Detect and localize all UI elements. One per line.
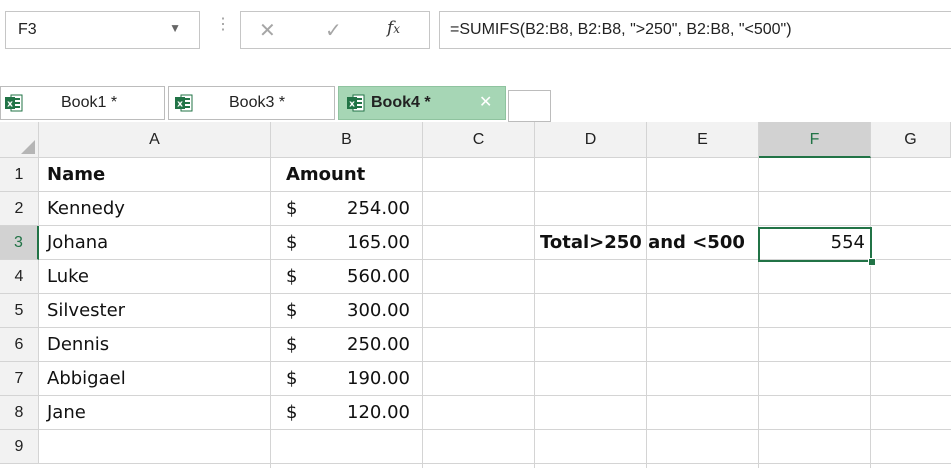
fill-handle[interactable] — [868, 258, 876, 266]
cell-b7[interactable]: 190.00 — [310, 362, 410, 396]
row-header-3[interactable]: 3 — [0, 226, 39, 260]
gridline — [39, 361, 951, 362]
svg-text:x: x — [7, 100, 13, 110]
tab-book3[interactable]: x Book3 * — [168, 86, 335, 120]
cell-b8-currency: $ — [286, 402, 298, 423]
spreadsheet-grid: A B C D E F G 1 2 3 4 5 6 7 8 9 Name Amo… — [0, 122, 951, 468]
cell-b6-currency: $ — [286, 334, 298, 355]
gridline — [870, 158, 871, 468]
close-icon[interactable]: ✕ — [479, 92, 492, 112]
row-header-4[interactable]: 4 — [0, 260, 39, 294]
new-tab-button[interactable] — [508, 90, 551, 122]
cell-a2[interactable]: Kennedy — [47, 192, 125, 226]
gridline — [39, 463, 951, 464]
cancel-icon[interactable]: ✕ — [259, 18, 276, 43]
cell-b3-currency: $ — [286, 232, 298, 253]
excel-file-icon: x — [347, 94, 365, 112]
gridline — [422, 158, 423, 468]
workbook-tabs: x Book1 * x Book3 * x Book4 * ✕ — [0, 82, 951, 123]
row-header-6[interactable]: 6 — [0, 328, 39, 362]
gridline — [39, 429, 951, 430]
column-header-f[interactable]: F — [759, 122, 871, 158]
cell-b5-currency: $ — [286, 300, 298, 321]
cell-b2-currency: $ — [286, 198, 298, 219]
cell-a5[interactable]: Silvester — [47, 294, 125, 328]
row-header-5[interactable]: 5 — [0, 294, 39, 328]
svg-text:x: x — [177, 100, 183, 110]
cell-a3[interactable]: Johana — [47, 226, 108, 260]
gridline — [534, 158, 535, 468]
tab-book1-label: Book1 * — [61, 94, 118, 111]
gridline — [758, 158, 759, 468]
tab-book4-label: Book4 * — [371, 94, 431, 111]
cell-b6[interactable]: 250.00 — [310, 328, 410, 362]
excel-file-icon: x — [175, 94, 193, 112]
gridline — [646, 158, 647, 468]
row-header-7[interactable]: 7 — [0, 362, 39, 396]
column-header-b[interactable]: B — [271, 122, 423, 158]
excel-file-icon: x — [5, 94, 23, 112]
insert-function-icon[interactable]: fx — [387, 18, 400, 38]
gridline — [39, 293, 951, 294]
gridline — [39, 191, 951, 192]
select-all-icon — [21, 140, 35, 154]
gridline — [39, 327, 951, 328]
cell-b4-currency: $ — [286, 266, 298, 287]
row-header-2[interactable]: 2 — [0, 192, 39, 226]
svg-text:x: x — [349, 100, 355, 110]
chevron-down-icon[interactable]: ▼ — [169, 21, 181, 35]
select-all-button[interactable] — [0, 122, 39, 158]
column-header-g[interactable]: G — [871, 122, 951, 158]
gridline — [39, 395, 951, 396]
formula-input[interactable]: =SUMIFS(B2:B8, B2:B8, ">250", B2:B8, "<5… — [439, 11, 951, 49]
row-header-8[interactable]: 8 — [0, 396, 39, 430]
column-header-d[interactable]: D — [535, 122, 647, 158]
column-header-e[interactable]: E — [647, 122, 759, 158]
cell-a8[interactable]: Jane — [47, 396, 86, 430]
row-header-1[interactable]: 1 — [0, 158, 39, 192]
cell-a4[interactable]: Luke — [47, 260, 89, 294]
name-box[interactable]: F3 ▼ — [5, 11, 200, 49]
grip-icon[interactable]: ⋮ — [215, 14, 231, 34]
formula-bar: F3 ▼ ⋮ ✕ ✓ fx =SUMIFS(B2:B8, B2:B8, ">25… — [0, 0, 951, 82]
column-header-c[interactable]: C — [423, 122, 535, 158]
cell-b5[interactable]: 300.00 — [310, 294, 410, 328]
cell-b2[interactable]: 254.00 — [310, 192, 410, 226]
cell-b1[interactable]: Amount — [286, 158, 365, 192]
cell-a6[interactable]: Dennis — [47, 328, 109, 362]
cell-b8[interactable]: 120.00 — [310, 396, 410, 430]
enter-icon[interactable]: ✓ — [325, 18, 342, 43]
tab-book3-label: Book3 * — [229, 94, 286, 111]
cell-b4[interactable]: 560.00 — [310, 260, 410, 294]
formula-text: =SUMIFS(B2:B8, B2:B8, ">250", B2:B8, "<5… — [450, 21, 792, 38]
cell-a1[interactable]: Name — [47, 158, 105, 192]
cell-a7[interactable]: Abbigael — [47, 362, 126, 396]
tab-book4[interactable]: x Book4 * ✕ — [338, 86, 506, 120]
cell-b3[interactable]: 165.00 — [310, 226, 410, 260]
cell-b7-currency: $ — [286, 368, 298, 389]
tab-book1[interactable]: x Book1 * — [0, 86, 165, 120]
column-header-a[interactable]: A — [39, 122, 271, 158]
formula-actions: ✕ ✓ fx — [240, 11, 430, 49]
cell-d3[interactable]: Total>250 and <500 — [540, 226, 745, 260]
row-header-9[interactable]: 9 — [0, 430, 39, 464]
name-box-value: F3 — [18, 21, 37, 38]
active-cell-border[interactable] — [758, 227, 872, 262]
gridline — [270, 158, 271, 468]
